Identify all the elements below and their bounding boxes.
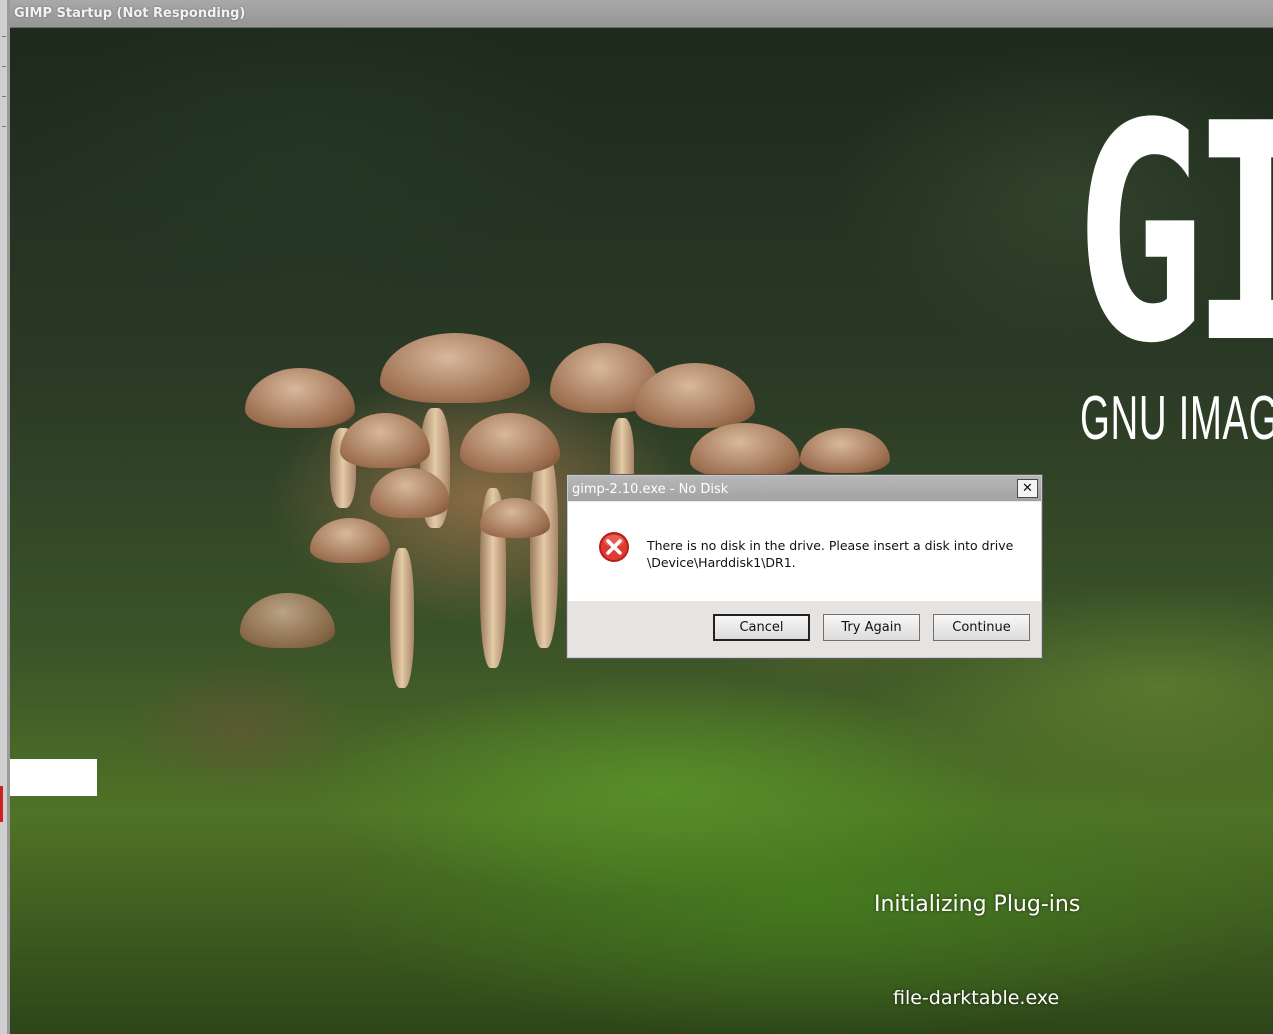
mushroom-cap — [690, 423, 800, 478]
edge-tick — [2, 66, 6, 67]
dialog-close-button[interactable]: ✕ — [1017, 479, 1038, 498]
dialog-button-bar: Cancel Try Again Continue — [568, 601, 1041, 657]
splash-status-file: file-darktable.exe — [893, 987, 1060, 1009]
dialog-body: There is no disk in the drive. Please in… — [568, 502, 1041, 601]
edge-red-marker — [0, 786, 3, 822]
splash-window-title: GIMP Startup (Not Responding) — [14, 6, 246, 21]
mushroom-cap — [340, 413, 430, 468]
blank-white-panel — [10, 759, 97, 796]
error-icon — [599, 532, 629, 562]
mushroom-cap — [380, 333, 530, 403]
background-app-edge — [0, 0, 10, 1034]
gimp-logo-subtitle: GNU IMAGE MANIPULATION PROGRAM — [1080, 384, 1273, 453]
cancel-button[interactable]: Cancel — [713, 614, 810, 641]
mushroom-cap — [245, 368, 355, 428]
mushroom-cap — [240, 593, 335, 648]
splash-status-message: Initializing Plug-ins — [874, 892, 1081, 917]
no-disk-error-dialog: gimp-2.10.exe - No Disk ✕ There is no di… — [566, 474, 1043, 659]
mushroom-cap — [800, 428, 890, 473]
gimp-logo-title: GIMP — [1075, 60, 1273, 409]
continue-button[interactable]: Continue — [933, 614, 1030, 641]
mushroom-stem — [530, 448, 558, 648]
dialog-title: gimp-2.10.exe - No Disk — [572, 482, 729, 497]
mushroom-stem — [390, 548, 414, 688]
edge-tick — [2, 36, 6, 37]
dialog-message-line: There is no disk in the drive. Please in… — [647, 538, 1014, 553]
mushroom-cap — [310, 518, 390, 563]
mushroom-cap — [460, 413, 560, 473]
dialog-titlebar[interactable]: gimp-2.10.exe - No Disk ✕ — [568, 476, 1041, 501]
dialog-message-path: \Device\Harddisk1\DR1. — [647, 555, 796, 570]
close-icon: ✕ — [1022, 481, 1033, 496]
edge-tick — [2, 126, 6, 127]
try-again-button[interactable]: Try Again — [823, 614, 920, 641]
edge-tick — [2, 96, 6, 97]
splash-titlebar[interactable]: GIMP Startup (Not Responding) — [10, 0, 1273, 28]
dialog-message: There is no disk in the drive. Please in… — [647, 537, 1027, 571]
